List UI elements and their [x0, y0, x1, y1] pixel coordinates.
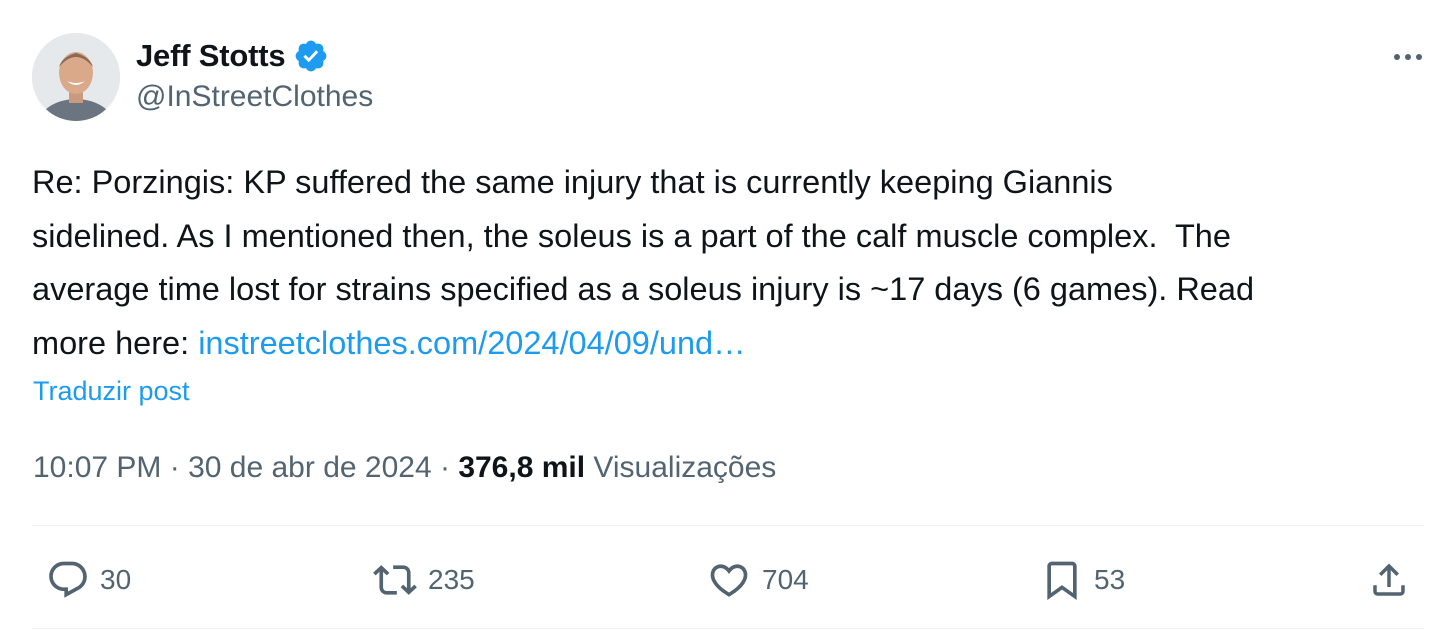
reply-icon [46, 558, 90, 602]
divider [32, 525, 1424, 526]
tweet-time[interactable]: 10:07 PM [33, 451, 161, 485]
bookmark-icon [1040, 557, 1084, 603]
meta-separator: · [431, 451, 459, 484]
views-label: Visualizações [585, 451, 777, 484]
author-handle[interactable]: @InStreetClothes [136, 80, 373, 114]
bookmark-count: 53 [1094, 564, 1126, 595]
divider [32, 628, 1424, 629]
like-icon [706, 558, 752, 602]
reply-button[interactable]: 30 [46, 556, 131, 604]
repost-button[interactable]: 235 [372, 556, 475, 604]
tweet-text: Re: Porzingis: KP suffered the same inju… [32, 156, 1432, 370]
tweet-date[interactable]: 30 de abr de 2024 [188, 451, 432, 485]
tweet-text-line: sidelined. As I mentioned then, the sole… [32, 217, 1231, 254]
tweet-text-line: average time lost for strains specified … [32, 271, 1255, 307]
share-icon [1368, 558, 1410, 602]
translate-post-button[interactable]: Traduzir post [33, 376, 190, 407]
reply-count: 30 [100, 564, 132, 595]
tweet-link[interactable]: instreetclothes.com/2024/04/09/und… [198, 325, 745, 361]
tweet-card: Jeff Stotts @InStreetClothes Re: Porzing… [0, 0, 1456, 630]
views-count: 376,8 mil [458, 451, 586, 484]
like-button[interactable]: 704 [706, 556, 809, 604]
repost-count: 235 [428, 564, 475, 595]
like-count: 704 [762, 564, 809, 595]
author-name-row: Jeff Stotts [136, 36, 329, 76]
more-icon[interactable] [1390, 42, 1426, 72]
bookmark-button[interactable]: 53 [1040, 556, 1125, 604]
tweet-text-line: Re: Porzingis: KP suffered the same inju… [32, 164, 1113, 200]
tweet-text-line: more here: [32, 324, 199, 361]
verified-badge-icon[interactable] [293, 38, 329, 74]
share-button[interactable] [1368, 556, 1410, 604]
avatar[interactable] [32, 33, 120, 121]
author-display-name[interactable]: Jeff Stotts [136, 38, 286, 74]
meta-separator: · [161, 451, 189, 484]
tweet-meta: 10:07 PM · 30 de abr de 2024 · 376,8 mil… [33, 451, 776, 485]
repost-icon [372, 558, 418, 602]
